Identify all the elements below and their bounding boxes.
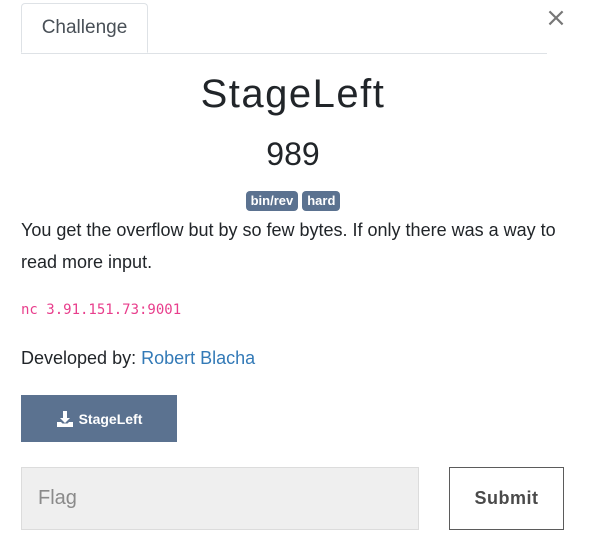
tag-badge: hard <box>302 191 341 211</box>
challenge-value: 989 <box>266 136 320 172</box>
tab-label: Challenge <box>41 17 128 38</box>
close-button[interactable]: × <box>544 4 568 32</box>
flag-input[interactable] <box>21 467 419 530</box>
submit-button[interactable]: Submit <box>449 467 564 530</box>
connection-info: nc 3.91.151.73:9001 <box>21 302 182 318</box>
developer-prefix: Developed by: <box>21 348 137 368</box>
download-label: StageLeft <box>78 410 143 427</box>
challenge-name: StageLeft <box>200 72 386 116</box>
challenge-description: You get the overflow but by so few bytes… <box>21 220 556 272</box>
tag-badge: bin/rev <box>245 191 299 211</box>
download-icon <box>56 410 73 427</box>
tab-bar: Challenge <box>21 3 547 54</box>
download-file-button[interactable]: StageLeft <box>21 395 177 442</box>
challenge-tags: bin/rev hard <box>0 191 586 211</box>
developer-credit: Developed by: Robert Blacha <box>21 348 255 369</box>
tab-challenge[interactable]: Challenge <box>21 3 148 53</box>
developer-link[interactable]: Robert Blacha <box>141 348 255 368</box>
challenge-modal: Challenge × StageLeft 989 bin/rev hard Y… <box>0 0 596 555</box>
